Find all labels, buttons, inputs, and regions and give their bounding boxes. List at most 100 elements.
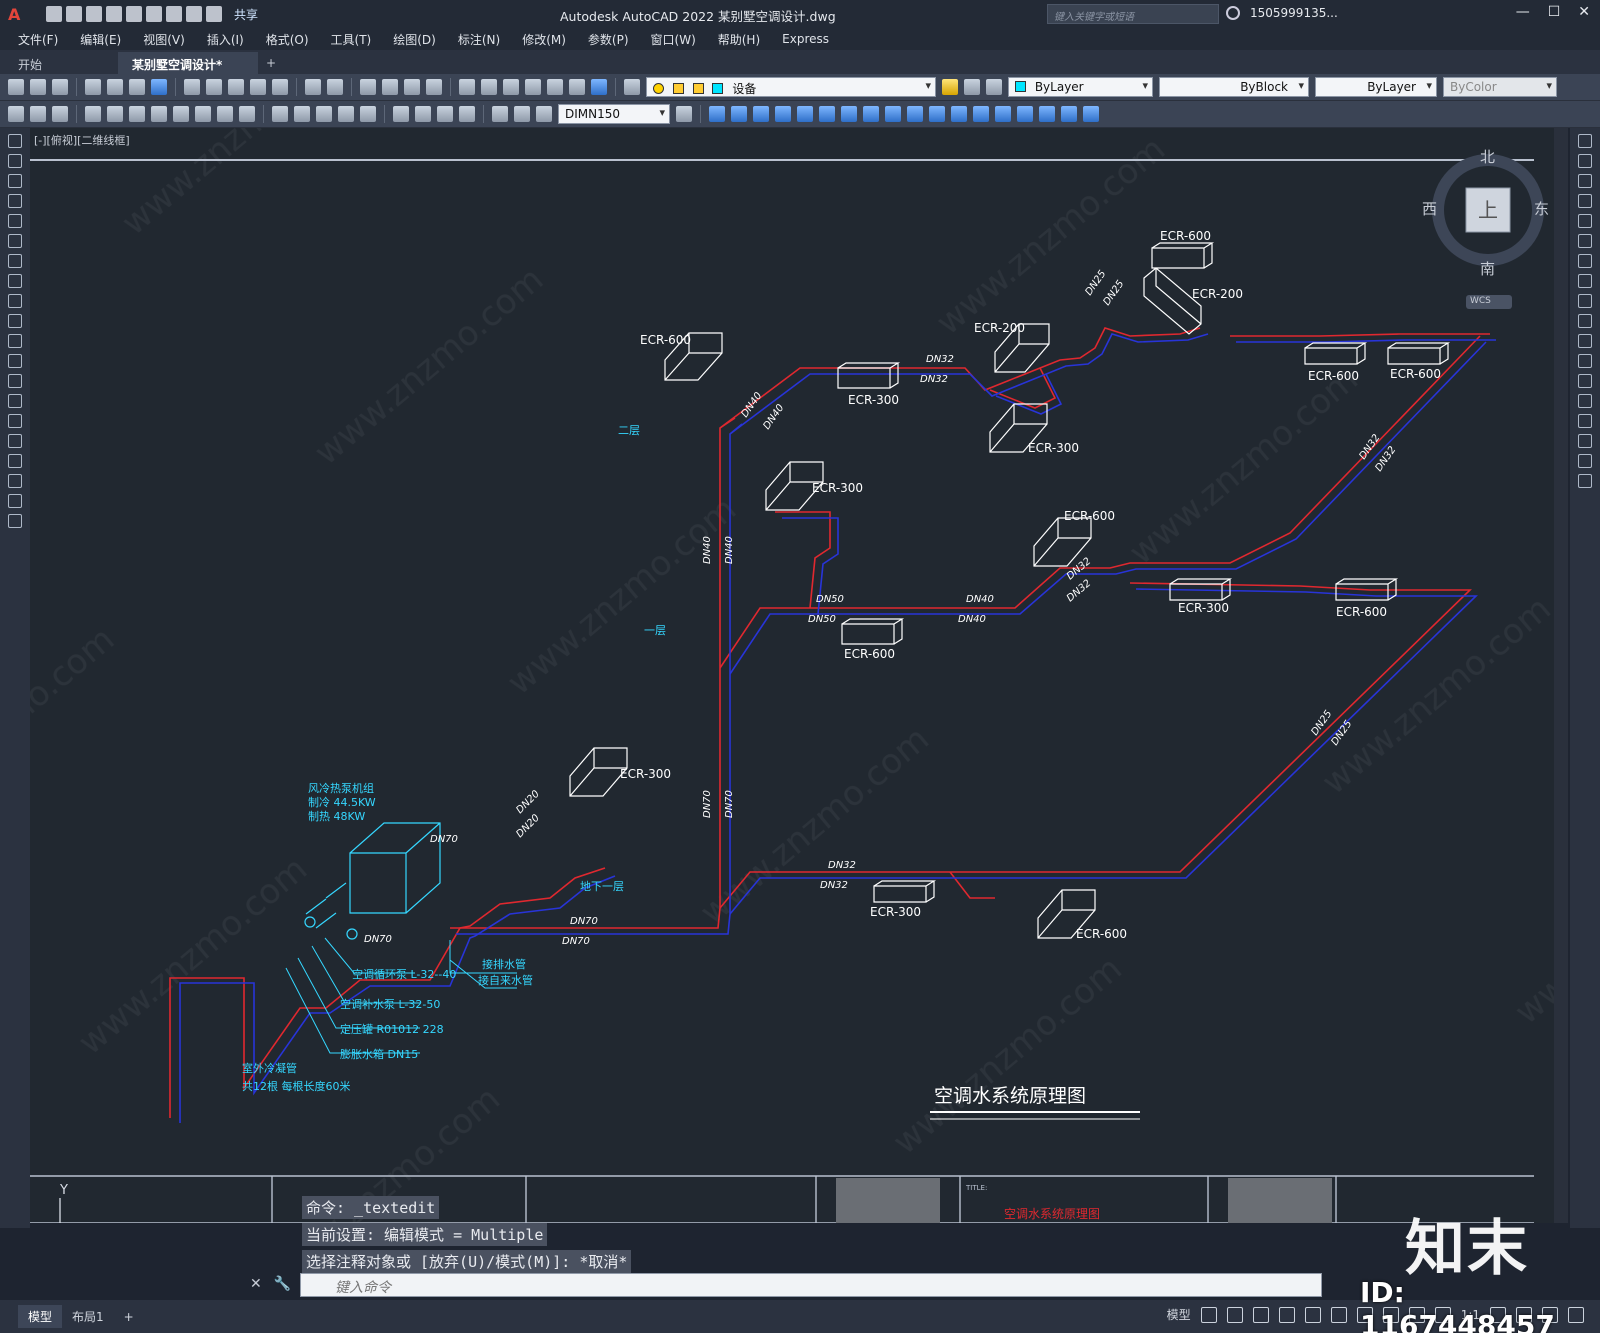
construction-line-icon[interactable] [8, 154, 22, 168]
quick-dimension-icon[interactable] [272, 106, 288, 122]
copy-icon[interactable] [1578, 154, 1592, 168]
break-at-point-icon[interactable] [929, 106, 945, 122]
spline-icon[interactable] [8, 294, 22, 308]
jogged-linear-icon[interactable] [459, 106, 475, 122]
dimstyle-icon[interactable] [676, 106, 692, 122]
calculator-icon[interactable] [569, 79, 585, 95]
cad-drawing[interactable]: www.znzmo.com [30, 128, 1554, 1223]
menu-window[interactable]: 窗口(W) [640, 31, 707, 48]
mirror-icon[interactable] [731, 106, 747, 122]
linetype-dropdown[interactable]: ByBlock [1159, 77, 1309, 97]
open-icon[interactable] [30, 79, 46, 95]
tab-start[interactable]: 开始 [4, 52, 114, 74]
chamfer-icon[interactable] [1578, 414, 1592, 428]
copy-icon[interactable] [206, 79, 222, 95]
sheet-set-icon[interactable] [525, 79, 541, 95]
polyline-icon[interactable] [8, 174, 22, 188]
save-icon[interactable] [52, 79, 68, 95]
gradient-icon[interactable] [8, 434, 22, 448]
viewcube[interactable]: 北 南 西 东 上 WCS [1422, 148, 1552, 310]
markup-icon[interactable] [547, 79, 563, 95]
space-icon[interactable] [338, 106, 354, 122]
arc-icon[interactable] [8, 234, 22, 248]
layer-tool-icon[interactable] [52, 106, 68, 122]
undo-icon[interactable] [186, 6, 202, 22]
layer-states-icon[interactable] [986, 79, 1002, 95]
menu-tools[interactable]: 工具(T) [320, 31, 383, 48]
lineweight-dropdown[interactable]: ByLayer [1315, 77, 1437, 97]
menu-format[interactable]: 格式(O) [255, 31, 320, 48]
plotstyle-dropdown[interactable]: ByColor [1443, 77, 1557, 97]
diameter-icon[interactable] [217, 106, 233, 122]
viewcube-top-face[interactable]: 上 [1478, 194, 1498, 223]
drawing-canvas[interactable]: www.znzmo.com [30, 128, 1554, 1223]
viewcube-east[interactable]: 东 [1534, 198, 1549, 219]
extend-icon[interactable] [1578, 334, 1592, 348]
save-icon[interactable] [86, 6, 102, 22]
isodraft-icon[interactable] [1304, 1306, 1321, 1323]
maximize-button[interactable]: ☐ [1548, 4, 1561, 20]
new-tab-button[interactable]: + [266, 56, 276, 74]
scale-icon[interactable] [1578, 274, 1592, 288]
explode-icon[interactable] [1017, 106, 1033, 122]
jogged-icon[interactable] [195, 106, 211, 122]
line-icon[interactable] [8, 134, 22, 148]
properties-icon[interactable] [459, 79, 475, 95]
wcs-menu[interactable]: WCS [1470, 296, 1491, 306]
menu-dimension[interactable]: 标注(N) [447, 31, 511, 48]
chamfer-icon[interactable] [973, 106, 989, 122]
search-icon[interactable] [1226, 6, 1240, 20]
menu-express[interactable]: Express [771, 32, 840, 46]
dimstyle-dropdown[interactable]: DIMN150 [558, 104, 670, 124]
web-open-icon[interactable] [126, 6, 142, 22]
model-space-button[interactable]: 模型 [1167, 1306, 1191, 1323]
autocad-logo[interactable]: A [8, 5, 36, 24]
ordinate-icon[interactable] [151, 106, 167, 122]
inspection-icon[interactable] [437, 106, 453, 122]
layer-tool-icon[interactable] [30, 106, 46, 122]
publish-icon[interactable] [129, 79, 145, 95]
cut-icon[interactable] [184, 79, 200, 95]
make-current-icon[interactable] [942, 79, 958, 95]
radius-icon[interactable] [173, 106, 189, 122]
rectangle-icon[interactable] [8, 214, 22, 228]
menu-file[interactable]: 文件(F) [0, 31, 69, 48]
attribute-icon[interactable] [1083, 106, 1099, 122]
multiline-text-icon[interactable] [8, 494, 22, 508]
redo-icon[interactable] [327, 79, 343, 95]
zoom-previous-icon[interactable] [426, 79, 442, 95]
fillet-icon[interactable] [1578, 434, 1592, 448]
move-icon[interactable] [797, 106, 813, 122]
ellipse-arc-icon[interactable] [8, 334, 22, 348]
brush-icon[interactable] [272, 79, 288, 95]
menu-help[interactable]: 帮助(H) [707, 31, 771, 48]
mirror-icon[interactable] [1578, 174, 1592, 188]
hatch-icon[interactable] [8, 414, 22, 428]
angular-icon[interactable] [239, 106, 255, 122]
explode-icon[interactable] [1578, 474, 1592, 488]
continue-icon[interactable] [316, 106, 332, 122]
share-button[interactable]: 共享 [234, 6, 258, 23]
insert-icon[interactable] [1061, 106, 1077, 122]
baseline-icon[interactable] [294, 106, 310, 122]
preview-icon[interactable] [107, 79, 123, 95]
layer-dropdown[interactable]: 设备 [646, 77, 936, 97]
join-icon[interactable] [1578, 394, 1592, 408]
menu-draw[interactable]: 绘图(D) [382, 31, 447, 48]
command-input[interactable]: 键入命令 [300, 1273, 1322, 1297]
center-mark-icon[interactable] [415, 106, 431, 122]
make-block-icon[interactable] [8, 374, 22, 388]
viewport-controls[interactable]: [-][俯视][二维线框] [34, 132, 130, 148]
tab-layout1[interactable]: 布局1 [62, 1305, 114, 1328]
table-icon[interactable] [8, 474, 22, 488]
rotate-icon[interactable] [1578, 254, 1592, 268]
match-properties-icon[interactable] [250, 79, 266, 95]
plot-icon[interactable] [85, 79, 101, 95]
circle-icon[interactable] [8, 254, 22, 268]
menu-insert[interactable]: 插入(I) [196, 31, 255, 48]
layer-tool-icon[interactable] [8, 106, 24, 122]
copy-object-icon[interactable] [709, 106, 725, 122]
tolerance-icon[interactable] [393, 106, 409, 122]
new-icon[interactable] [46, 6, 62, 22]
viewcube-north[interactable]: 北 [1480, 146, 1495, 167]
